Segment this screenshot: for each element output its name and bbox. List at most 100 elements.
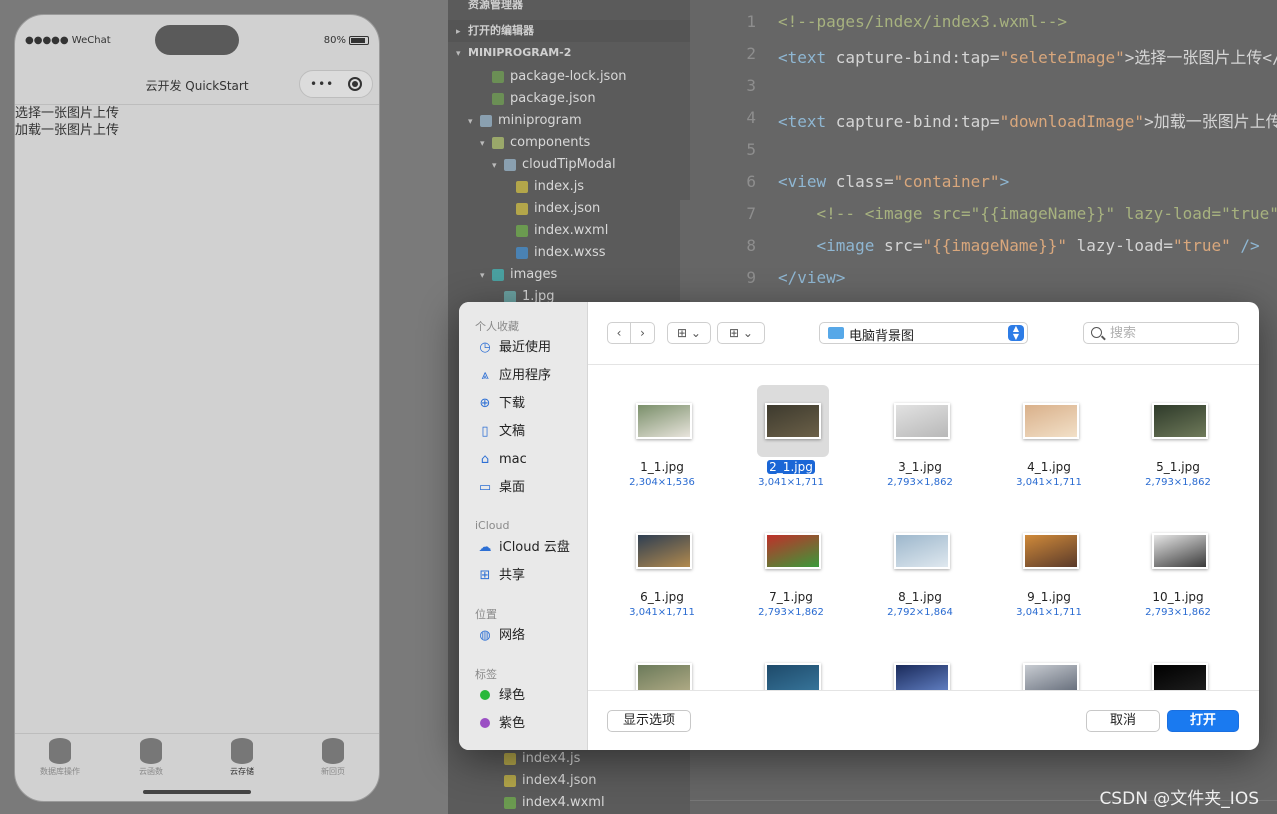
code-token: /> — [1230, 236, 1260, 255]
sidebar-item[interactable]: ▯ 文稿 — [477, 421, 525, 443]
cancel-button[interactable]: 取消 — [1086, 710, 1160, 732]
sidebar-item[interactable]: ⌂ mac — [477, 449, 527, 471]
tree-item[interactable]: index.js — [448, 176, 690, 198]
file-grid: 1_1.jpg 2,304×1,536 2_1.jpg 3,041×1,711 3_1.… — [588, 365, 1259, 690]
code-token: <!--pages/index/index3.wxml--> — [778, 12, 1067, 31]
network-icon: ◍ — [479, 628, 491, 643]
clock-icon: ◷ — [479, 340, 491, 355]
thumbnail-frame — [757, 385, 829, 457]
tab-cloud-storage[interactable]: 云存储 — [197, 738, 287, 777]
code-line[interactable]: <view class="container"> — [778, 172, 1009, 191]
image-thumbnail — [894, 403, 950, 439]
file-icon — [504, 752, 516, 765]
show-options-button[interactable]: 显示选项 — [607, 710, 691, 732]
file-item[interactable]: 9_1.jpg 3,041×1,711 — [989, 495, 1109, 618]
file-item[interactable] — [860, 625, 980, 690]
file-item[interactable]: 4_1.jpg 3,041×1,711 — [989, 365, 1109, 488]
tree-item[interactable]: index4.js — [448, 748, 690, 770]
sidebar-item[interactable]: ⊞ 共享 — [477, 565, 525, 587]
search-input[interactable] — [1110, 325, 1230, 342]
file-item[interactable] — [989, 625, 1109, 690]
sidebar-item[interactable]: ⩓ 应用程序 — [477, 365, 551, 387]
file-item[interactable]: 1_1.jpg 2,304×1,536 — [602, 365, 722, 488]
location-name: 电脑背景图 — [849, 329, 915, 344]
back-button[interactable]: ‹ — [607, 322, 631, 344]
close-mini-program-icon[interactable] — [348, 77, 362, 91]
explorer-scrollbar[interactable] — [680, 200, 690, 300]
view-mode-button[interactable]: ⊞ ⌄ — [667, 322, 711, 344]
tree-item[interactable]: ▾ images — [448, 264, 690, 286]
tree-item[interactable]: ▾ cloudTipModal — [448, 154, 690, 176]
line-number: 2 — [746, 44, 756, 63]
tab-label: 数据库操作 — [40, 767, 80, 776]
code-line[interactable]: <text capture-bind:tap="seleteImage">选择一… — [778, 44, 1277, 68]
code-line[interactable]: <text capture-bind:tap="downloadImage">加… — [778, 108, 1277, 132]
code-line[interactable]: </view> — [778, 268, 845, 287]
thumbnail-frame — [757, 645, 829, 690]
tree-item[interactable]: package-lock.json — [448, 66, 690, 88]
file-item[interactable] — [1118, 625, 1238, 690]
file-item[interactable]: 6_1.jpg 3,041×1,711 — [602, 495, 722, 618]
image-thumbnail — [765, 663, 821, 690]
tree-item[interactable]: index4.wxml — [448, 792, 690, 814]
carrier-label: ●●●●● WeChat — [25, 35, 111, 46]
tab-new-page[interactable]: 新回页 — [288, 738, 378, 777]
tree-item-label: index4.wxml — [522, 795, 605, 810]
group-button[interactable]: ⊞ ⌄ — [717, 322, 765, 344]
select-image-text[interactable]: 选择一张图片上传 — [15, 105, 119, 122]
file-item[interactable]: 3_1.jpg 2,793×1,862 — [860, 365, 980, 488]
download-image-text[interactable]: 加载一张图片上传 — [15, 122, 119, 139]
file-item[interactable]: 10_1.jpg 2,793×1,862 — [1118, 495, 1238, 618]
file-item[interactable]: 8_1.jpg 2,792×1,864 — [860, 495, 980, 618]
open-button[interactable]: 打开 — [1167, 710, 1239, 732]
code-token: "seleteImage" — [999, 48, 1125, 67]
section-label: 打开的编辑器 — [468, 24, 534, 37]
code-line[interactable]: <image src="{{imageName}}" lazy-load="tr… — [778, 236, 1260, 255]
tree-item-label: package-lock.json — [510, 69, 627, 84]
sidebar-item[interactable]: ▭ 桌面 — [477, 477, 525, 499]
database-icon — [49, 738, 71, 764]
file-name-text: 5_1.jpg — [1156, 460, 1200, 474]
tree-item[interactable]: ▾ components — [448, 132, 690, 154]
tree-item[interactable]: index.wxml — [448, 220, 690, 242]
location-popup[interactable]: 电脑背景图 ▲ ▼ — [819, 322, 1028, 344]
search-box[interactable] — [1083, 322, 1239, 344]
code-token: >选择一张图片上传</ — [1124, 48, 1277, 67]
file-icon — [492, 136, 504, 149]
line-number: 7 — [746, 204, 756, 223]
sidebar-item[interactable]: 绿色 — [477, 685, 525, 707]
thumbnail-frame — [757, 515, 829, 587]
file-dimensions: 2,304×1,536 — [629, 477, 695, 488]
sidebar-item[interactable]: ◍ 网络 — [477, 625, 525, 647]
tree-item[interactable]: package.json — [448, 88, 690, 110]
tab-database[interactable]: 数据库操作 — [15, 738, 105, 777]
tree-item[interactable]: ▾ miniprogram — [448, 110, 690, 132]
sidebar-item[interactable]: 紫色 — [477, 713, 525, 735]
sidebar-item[interactable]: ◷ 最近使用 — [477, 337, 551, 359]
chevron-down-icon: ▾ — [480, 139, 485, 149]
forward-button[interactable]: › — [631, 322, 655, 344]
home-icon: ⌂ — [480, 452, 490, 467]
file-item[interactable]: 5_1.jpg 2,793×1,862 — [1118, 365, 1238, 488]
file-item[interactable] — [602, 625, 722, 690]
file-item[interactable]: 2_1.jpg 3,041×1,711 — [731, 365, 851, 488]
menu-capsule[interactable]: ••• — [299, 70, 373, 98]
sidebar-item[interactable]: ⊕ 下载 — [477, 393, 525, 415]
tree-item[interactable]: index4.json — [448, 770, 690, 792]
code-line[interactable]: <!--pages/index/index3.wxml--> — [778, 12, 1067, 31]
tab-cloud-function[interactable]: 云函数 — [106, 738, 196, 777]
file-name: 7_1.jpg — [731, 590, 851, 604]
image-thumbnail — [1152, 403, 1208, 439]
tree-item[interactable]: index.json — [448, 198, 690, 220]
updown-chevron-icon: ▲ ▼ — [1008, 325, 1024, 341]
file-item[interactable]: 7_1.jpg 2,793×1,862 — [731, 495, 851, 618]
project-section[interactable]: ▾ MINIPROGRAM-2 — [448, 42, 690, 64]
more-icon[interactable]: ••• — [310, 77, 334, 91]
open-editors-section[interactable]: ▸ 打开的编辑器 — [448, 20, 690, 42]
code-line[interactable]: <!-- <image src="{{imageName}}" lazy-loa… — [778, 204, 1277, 223]
file-item[interactable] — [731, 625, 851, 690]
thumbnail-frame — [886, 515, 958, 587]
file-icon — [516, 246, 528, 259]
tree-item[interactable]: index.wxss — [448, 242, 690, 264]
sidebar-item[interactable]: ☁ iCloud 云盘 — [477, 537, 570, 559]
